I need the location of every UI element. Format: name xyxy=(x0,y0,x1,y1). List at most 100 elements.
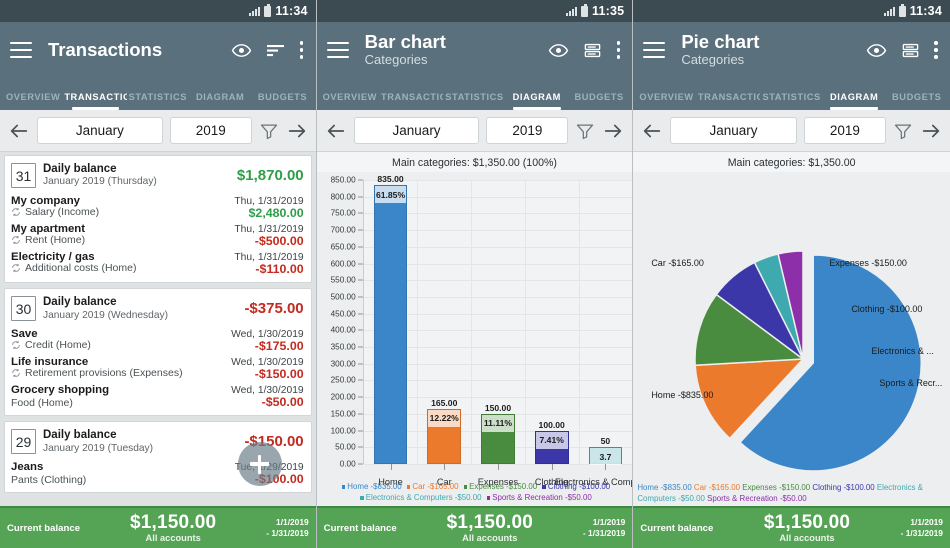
daily-balance-amount: -$375.00 xyxy=(244,300,304,318)
y-axis-tick-label: 50.00 xyxy=(335,442,356,452)
tab-transactions[interactable]: TRANSACTIO xyxy=(698,92,761,110)
month-selector[interactable]: January xyxy=(670,117,797,144)
table-row[interactable]: Life insurance Wed, 1/30/2019 Retirement p… xyxy=(11,354,304,382)
tab-budgets[interactable]: BUDGETS xyxy=(568,92,630,110)
status-bar: 11:35 xyxy=(316,0,633,22)
date-navigation: January 2019 xyxy=(316,110,633,152)
tab-diagram[interactable]: DIAGRAM xyxy=(189,92,251,110)
eye-icon[interactable] xyxy=(231,40,252,61)
funnel-icon[interactable] xyxy=(575,121,595,141)
bar[interactable]: 150.00 11.11% xyxy=(481,403,515,464)
tab-statistics[interactable]: STATISTICS xyxy=(127,92,189,110)
pie-slice-label: Home -$835.00 xyxy=(651,390,714,400)
legend-label: Sports & Recreation -$50.00 xyxy=(492,493,592,503)
pie-chart-container[interactable]: Main categories: $1,350.00 Home -$835.00… xyxy=(633,152,950,506)
table-row[interactable]: My company Thu, 1/31/2019 Salary (Income) $… xyxy=(11,193,304,221)
tab-transactions[interactable]: TRANSACTIO xyxy=(381,92,443,110)
more-vertical-icon[interactable] xyxy=(934,41,938,59)
table-row[interactable]: Electricity / gas Thu, 1/31/2019 Additiona… xyxy=(11,249,304,277)
arrow-right-icon[interactable] xyxy=(920,120,942,142)
more-vertical-icon[interactable] xyxy=(616,41,621,59)
tab-diagram[interactable]: DIAGRAM xyxy=(506,92,568,110)
y-axis-tick xyxy=(357,263,363,265)
daily-balance-row[interactable]: 30 Daily balance January 2019 (Wednesday) -… xyxy=(11,293,304,326)
tab-budgets[interactable]: BUDGETS xyxy=(251,92,313,110)
tab-diagram[interactable]: DIAGRAM xyxy=(823,92,886,110)
bar-chart-container[interactable]: Main categories: $1,350.00 (100%) 0.00 50… xyxy=(316,152,632,506)
daily-balance-row[interactable]: 31 Daily balance January 2019 (Thursday) $1… xyxy=(11,160,304,193)
transaction-amount: -$150.00 xyxy=(254,367,304,382)
transaction-category: Salary (Income) xyxy=(11,206,99,218)
arrow-left-icon[interactable] xyxy=(8,120,30,142)
hamburger-icon[interactable] xyxy=(326,42,349,58)
funnel-icon[interactable] xyxy=(259,121,279,141)
bar[interactable]: 835.00 61.85% xyxy=(373,174,408,464)
month-selector[interactable]: January xyxy=(37,117,163,144)
y-axis-tick-label: 700.00 xyxy=(330,225,356,235)
app-bar-actions xyxy=(866,40,940,61)
balance-bar: Current balance $1,150.00 All accounts 1… xyxy=(0,506,316,548)
funnel-icon[interactable] xyxy=(893,121,913,141)
tab-overview[interactable]: OVERVIEW xyxy=(635,92,698,110)
tab-overview[interactable]: OVERVIEW xyxy=(2,92,64,110)
hamburger-icon[interactable] xyxy=(643,42,666,58)
transaction-amount: -$500.00 xyxy=(254,234,304,249)
eye-icon[interactable] xyxy=(866,40,887,61)
year-selector[interactable]: 2019 xyxy=(803,117,886,144)
balance-label: Current balance xyxy=(323,522,397,534)
bar-value-label: 150.00 xyxy=(484,402,512,413)
add-transaction-fab[interactable] xyxy=(237,442,282,486)
year-selector[interactable]: 2019 xyxy=(486,117,569,144)
y-axis-tick-label: 450.00 xyxy=(330,309,356,319)
tab-statistics[interactable]: STATISTICS xyxy=(760,92,823,110)
tab-overview[interactable]: OVERVIEW xyxy=(319,92,381,110)
legend-item: Car -$165.00 xyxy=(694,483,740,492)
month-selector[interactable]: January xyxy=(353,117,480,144)
gridline xyxy=(417,180,419,464)
legend-label: Car -$165.00 xyxy=(412,482,459,492)
sort-icon[interactable] xyxy=(266,42,286,58)
bar[interactable]: 50 3.7 xyxy=(588,436,623,466)
hamburger-icon[interactable] xyxy=(10,42,32,58)
eye-icon[interactable] xyxy=(548,40,569,61)
y-axis-tick xyxy=(357,229,363,231)
tab-statistics[interactable]: STATISTICS xyxy=(443,92,505,110)
tab-budgets[interactable]: BUDGETS xyxy=(885,92,948,110)
legend-item: Sports & Recreation -$50.00 xyxy=(707,494,807,503)
table-rows-icon[interactable] xyxy=(583,41,602,60)
daily-balance-info: Daily balance January 2019 (Thursday) xyxy=(43,162,230,189)
table-row[interactable]: My apartment Thu, 1/31/2019 Rent (Home) -$5… xyxy=(11,221,304,249)
bar[interactable]: 100.00 7.41% xyxy=(534,420,569,464)
transaction-day-card[interactable]: 30 Daily balance January 2019 (Wednesday) -… xyxy=(4,288,312,417)
arrow-right-icon[interactable] xyxy=(286,120,308,142)
tab-bar: OVERVIEW TRANSACTIO STATISTICS DIAGRAM B… xyxy=(633,78,950,110)
balance-amount: $1,150.00 xyxy=(130,511,217,533)
bar-value-label: 50 xyxy=(600,436,611,447)
signal-icon xyxy=(883,6,895,16)
status-clock: 11:35 xyxy=(592,4,625,18)
daily-balance-amount: $1,870.00 xyxy=(236,167,304,185)
table-row[interactable]: Grocery shopping Wed, 1/30/2019 Food (Home… xyxy=(11,382,304,410)
table-row[interactable]: Save Wed, 1/30/2019 Credit (Home) -$175.00 xyxy=(11,326,304,354)
range-from: 1/1/2019 xyxy=(592,517,626,528)
y-axis-tick xyxy=(357,396,363,398)
y-axis-tick xyxy=(357,329,363,331)
tab-transactions[interactable]: TRANSACTIO xyxy=(64,92,127,110)
legend-label: Electronics & Computers -$50.00 xyxy=(365,493,482,503)
table-rows-icon[interactable] xyxy=(901,41,920,60)
transaction-name: Grocery shopping xyxy=(11,384,110,397)
arrow-left-icon[interactable] xyxy=(641,120,663,142)
year-selector[interactable]: 2019 xyxy=(169,117,252,144)
bar[interactable]: 165.00 12.22% xyxy=(427,398,462,464)
transaction-category-label: Additional costs (Home) xyxy=(25,262,137,275)
more-vertical-icon[interactable] xyxy=(299,41,304,59)
y-axis-tick xyxy=(357,430,363,432)
legend-label: Car -$165.00 xyxy=(693,482,740,492)
y-axis-tick-label: 400.00 xyxy=(330,325,356,335)
tab-bar: OVERVIEW TRANSACTIO STATISTICS DIAGRAM B… xyxy=(316,78,633,110)
arrow-right-icon[interactable] xyxy=(602,120,624,142)
arrow-left-icon[interactable] xyxy=(325,120,347,142)
transaction-day-card[interactable]: 31 Daily balance January 2019 (Thursday) $1… xyxy=(4,155,312,284)
y-axis-tick xyxy=(357,413,363,415)
pie-chart-area: Home -$835.00 Car -$165.00 Expenses -$150.… xyxy=(633,174,950,506)
